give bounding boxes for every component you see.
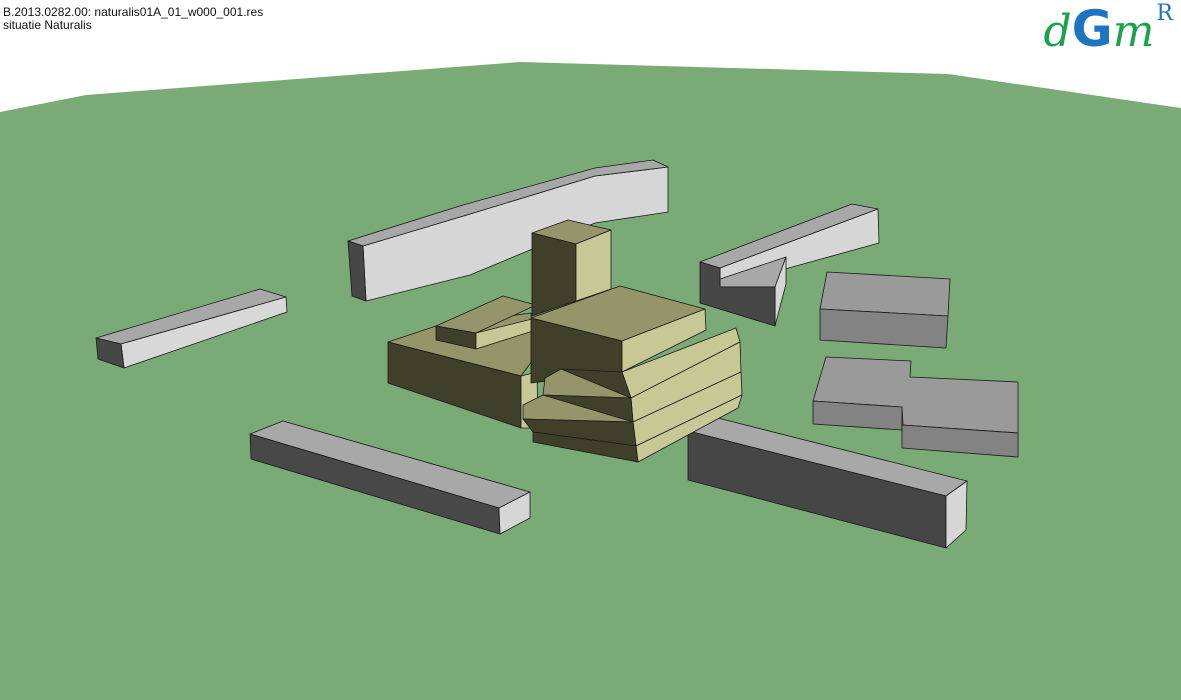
3d-model-viewport[interactable] (0, 0, 1181, 700)
tower-face (531, 232, 577, 317)
context-building-east[interactable] (819, 271, 951, 349)
building-top (819, 271, 951, 317)
